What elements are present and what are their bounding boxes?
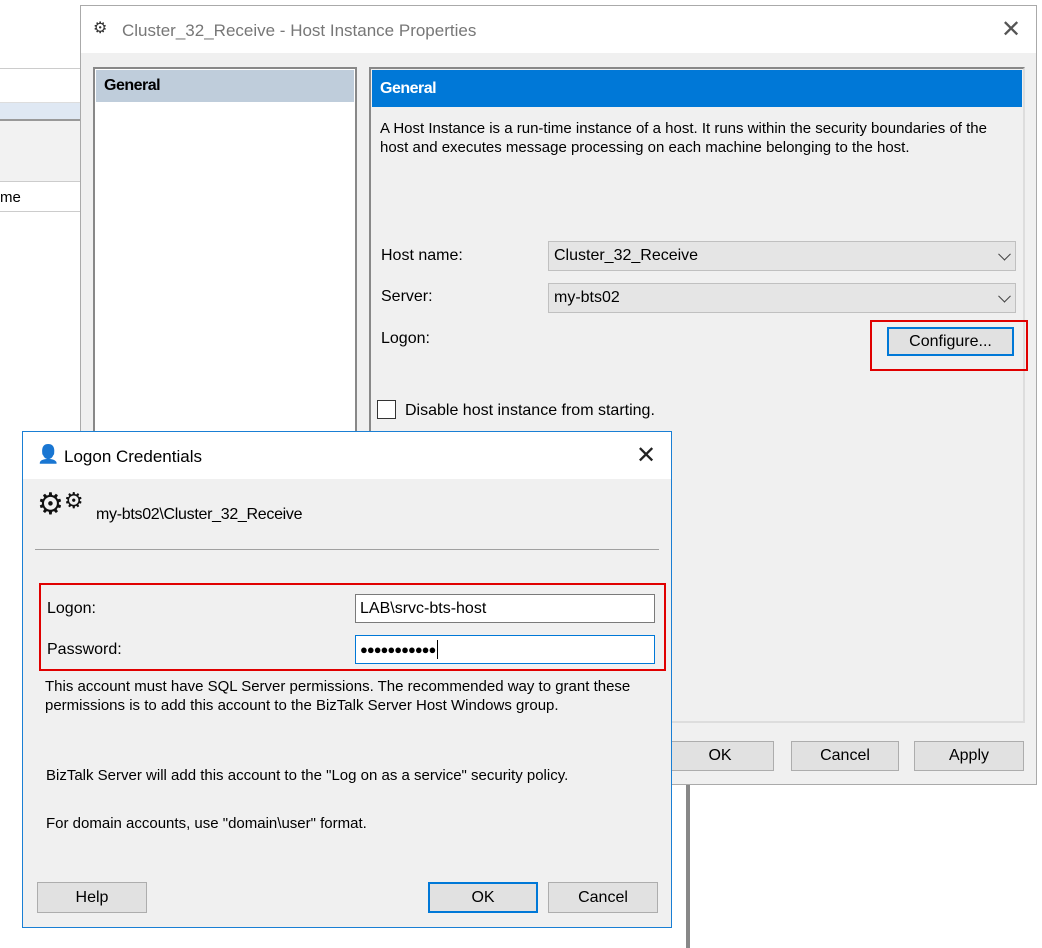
- logon-label: Logon:: [381, 330, 430, 347]
- description: A Host Instance is a run-time instance o…: [380, 120, 987, 156]
- panel-header: General: [372, 70, 1022, 107]
- chevron-down-icon: [998, 289, 1011, 303]
- close-icon[interactable]: ✕: [636, 441, 656, 470]
- password-value: ●●●●●●●●●●●: [360, 642, 436, 657]
- separator: [35, 549, 659, 550]
- note-domain-format: For domain accounts, use "domain\user" f…: [46, 815, 367, 832]
- cancel-button[interactable]: Cancel: [548, 882, 658, 913]
- logon-credentials-dialog: 👤 Logon Credentials ✕ ⚙⚙ my-bts02\Cluste…: [22, 431, 672, 928]
- host-name-value: Cluster_32_Receive: [554, 247, 699, 264]
- user-icon: 👤: [37, 444, 60, 464]
- note-service-policy: BizTalk Server will add this account to …: [46, 767, 569, 784]
- ok-button[interactable]: OK: [428, 882, 538, 913]
- chevron-down-icon: [998, 247, 1011, 261]
- host-name-label: Host name:: [381, 247, 463, 264]
- server-combo[interactable]: my-bts02: [548, 283, 1016, 313]
- window-title: Cluster_32_Receive - Host Instance Prope…: [122, 21, 477, 40]
- note-permissions: This account must have SQL Server permis…: [45, 678, 631, 714]
- title-bar: ⚙ Cluster_32_Receive - Host Instance Pro…: [81, 6, 1036, 53]
- disable-checkbox[interactable]: [377, 400, 396, 419]
- host-name-combo[interactable]: Cluster_32_Receive: [548, 241, 1016, 271]
- nav-item-general[interactable]: General: [96, 70, 354, 102]
- help-button[interactable]: Help: [37, 882, 147, 913]
- password-label: Password:: [47, 641, 122, 658]
- logon-input[interactable]: LAB\srvc-bts-host: [355, 594, 655, 623]
- gears-icon: ⚙: [93, 20, 108, 37]
- server-label: Server:: [381, 288, 433, 305]
- logon-label: Logon:: [47, 600, 96, 617]
- configure-button[interactable]: Configure...: [887, 327, 1014, 356]
- logon-value: LAB\srvc-bts-host: [360, 599, 487, 617]
- close-icon[interactable]: ✕: [1001, 15, 1021, 44]
- cancel-button[interactable]: Cancel: [791, 741, 899, 771]
- disable-label: Disable host instance from starting.: [405, 402, 655, 419]
- ok-button[interactable]: OK: [666, 741, 774, 771]
- gears-icon: ⚙⚙: [37, 488, 84, 521]
- password-input[interactable]: ●●●●●●●●●●●: [355, 635, 655, 664]
- window-title: Logon Credentials: [64, 447, 202, 466]
- apply-button[interactable]: Apply: [914, 741, 1024, 771]
- server-value: my-bts02: [554, 289, 620, 306]
- account-name: my-bts02\Cluster_32_Receive: [96, 506, 303, 523]
- column-header[interactable]: me: [0, 181, 80, 212]
- title-bar: 👤 Logon Credentials ✕: [23, 432, 671, 479]
